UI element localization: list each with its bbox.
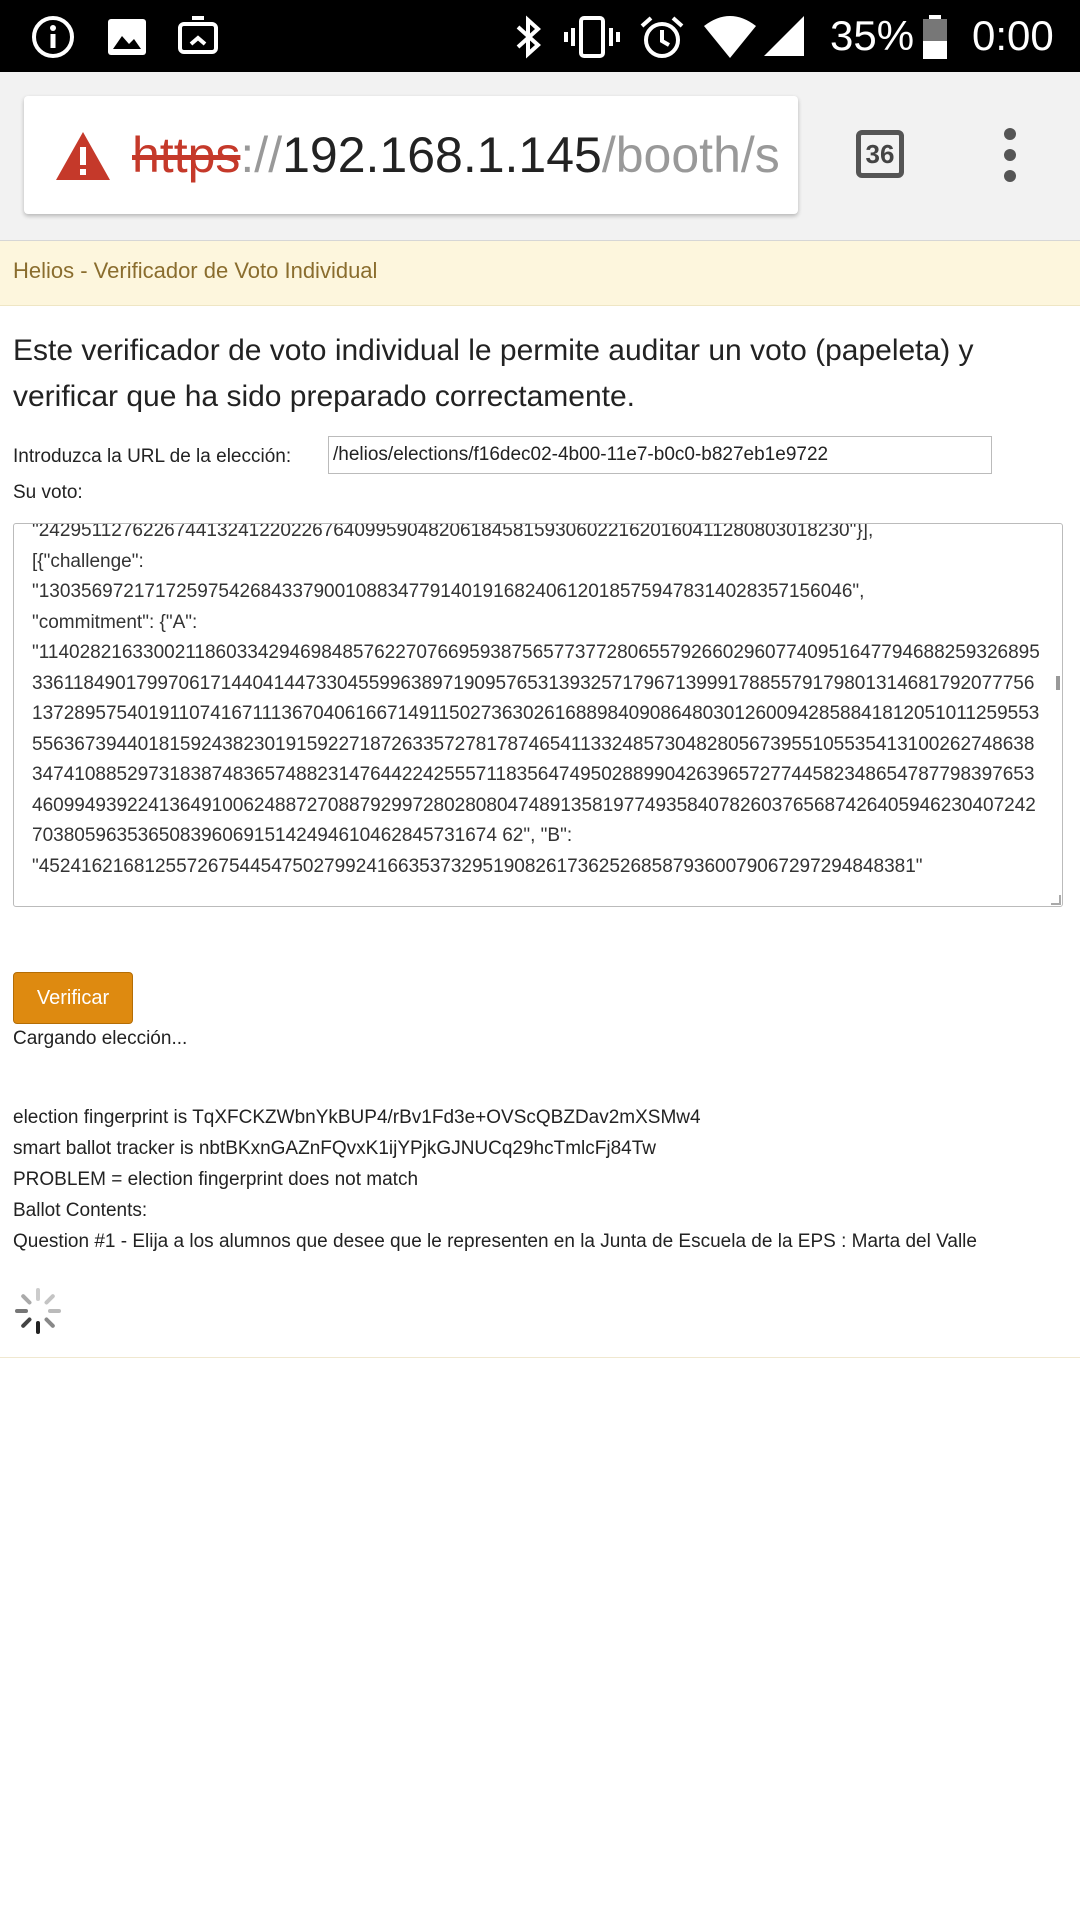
url-separator: :// bbox=[240, 127, 283, 183]
loading-status: Cargando elección... bbox=[13, 1028, 188, 1049]
vibrate-icon bbox=[564, 16, 620, 58]
problem-message: PROBLEM = election fingerprint does not … bbox=[13, 1169, 419, 1190]
ballot-contents-label: Ballot Contents: bbox=[13, 1200, 148, 1221]
page-header: Helios - Verificador de Voto Individual bbox=[0, 241, 1080, 306]
ballot-tracker: smart ballot tracker is nbtBKxnGAZnFQvxK… bbox=[13, 1138, 657, 1159]
question-answer: Question #1 - Elija a los alumnos que de… bbox=[13, 1231, 977, 1252]
signal-icon bbox=[764, 16, 804, 56]
bluetooth-icon bbox=[516, 15, 541, 59]
url-text[interactable]: https://192.168.1.145/booth/s bbox=[132, 126, 780, 184]
status-bar: 35% 0:00 bbox=[0, 0, 1080, 72]
wifi-icon bbox=[704, 16, 756, 58]
textarea-resize-handle[interactable] bbox=[1051, 895, 1061, 905]
vote-textarea[interactable]: "242951127622674413241220226764099590482… bbox=[13, 523, 1063, 907]
tab-switcher-button[interactable]: 36 bbox=[856, 130, 904, 178]
alarm-icon bbox=[640, 16, 684, 58]
overflow-menu-icon[interactable] bbox=[998, 128, 1022, 188]
screencast-icon bbox=[178, 16, 218, 54]
election-url-label: Introduzca la URL de la elección: bbox=[13, 446, 292, 467]
url-path: /booth/s bbox=[601, 127, 780, 183]
warning-icon[interactable] bbox=[54, 130, 112, 182]
loading-spinner-icon bbox=[15, 1288, 61, 1334]
vote-textarea-content: "242951127622674413241220226764099590482… bbox=[32, 523, 1040, 877]
url-scheme: https bbox=[132, 127, 241, 183]
url-host: 192.168.1.145 bbox=[282, 127, 602, 183]
battery-icon bbox=[923, 15, 947, 59]
vote-label: Su voto: bbox=[13, 482, 83, 503]
footer-divider bbox=[0, 1357, 1080, 1358]
election-fingerprint: election fingerprint is TqXFCKZWbnYkBUP4… bbox=[13, 1107, 701, 1128]
intro-text: Este verificador de voto individual le p… bbox=[13, 334, 974, 413]
browser-toolbar: https://192.168.1.145/booth/s 36 bbox=[0, 72, 1080, 241]
address-bar[interactable]: https://192.168.1.145/booth/s bbox=[24, 96, 798, 214]
election-url-input[interactable] bbox=[328, 436, 992, 474]
verify-button[interactable]: Verificar bbox=[13, 972, 133, 1024]
info-icon bbox=[32, 16, 74, 58]
verification-results: election fingerprint is TqXFCKZWbnYkBUP4… bbox=[13, 1102, 1053, 1257]
image-icon bbox=[108, 19, 146, 55]
page-title: Helios - Verificador de Voto Individual bbox=[13, 258, 378, 283]
textarea-scrollbar[interactable] bbox=[1056, 676, 1060, 690]
clock: 0:00 bbox=[972, 12, 1054, 59]
battery-percent: 35% bbox=[830, 12, 915, 59]
